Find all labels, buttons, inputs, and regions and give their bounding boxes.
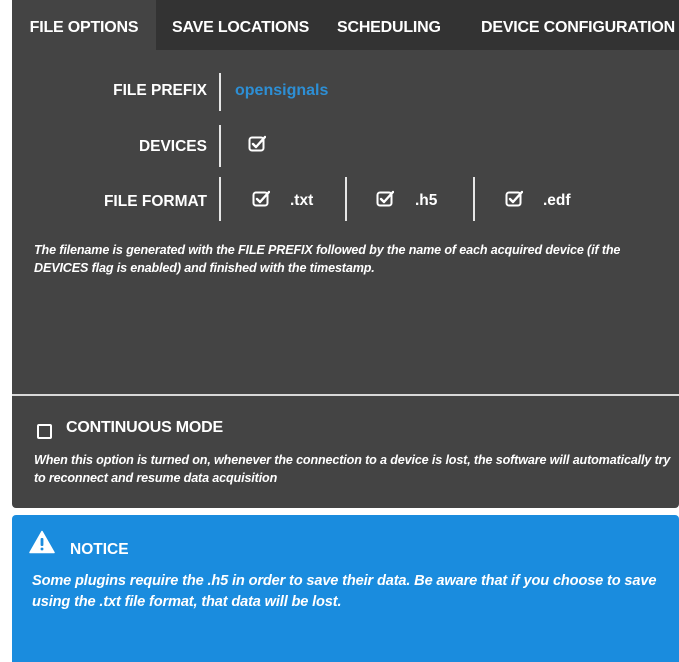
- txt-checkbox[interactable]: [252, 190, 270, 208]
- separator: [219, 125, 221, 167]
- file-prefix-input[interactable]: opensignals: [235, 82, 328, 100]
- txt-format-label: .txt: [290, 192, 314, 209]
- separator: [473, 177, 475, 221]
- file-options-panel: FILE OPTIONS SAVE LOCATIONS SCHEDULING D…: [12, 0, 679, 508]
- notice-text: Some plugins require the .h5 in order to…: [32, 573, 657, 610]
- checkbox-checked-icon: [248, 135, 266, 152]
- filename-description: The filename is generated with the FILE …: [34, 243, 621, 275]
- tab-bar: FILE OPTIONS SAVE LOCATIONS SCHEDULING D…: [12, 0, 679, 50]
- tab-save-locations[interactable]: SAVE LOCATIONS: [172, 0, 309, 50]
- notice-title: NOTICE: [70, 541, 129, 558]
- section-divider: [12, 394, 679, 396]
- separator: [219, 73, 221, 111]
- edf-checkbox[interactable]: [505, 190, 523, 208]
- devices-label: DEVICES: [138, 138, 207, 155]
- h5-checkbox[interactable]: [376, 190, 394, 208]
- warning-icon: [29, 530, 55, 559]
- checkbox-checked-icon: [505, 190, 523, 207]
- continuous-mode-label: CONTINUOUS MODE: [66, 419, 224, 436]
- separator: [345, 177, 347, 221]
- checkbox-checked-icon: [252, 190, 270, 207]
- edf-format-label: .edf: [543, 192, 571, 209]
- separator: [219, 177, 221, 221]
- devices-checkbox[interactable]: [248, 135, 266, 153]
- tab-file-options[interactable]: FILE OPTIONS: [12, 0, 156, 50]
- notice-box: NOTICE Some plugins require the .h5 in o…: [12, 515, 679, 662]
- tab-scheduling[interactable]: SCHEDULING: [337, 0, 441, 50]
- h5-format-label: .h5: [415, 192, 438, 209]
- file-format-label: FILE FORMAT: [103, 193, 207, 210]
- tab-device-configuration[interactable]: DEVICE CONFIGURATION: [481, 0, 675, 50]
- continuous-mode-description: When this option is turned on, whenever …: [34, 453, 671, 485]
- continuous-mode-checkbox[interactable]: [37, 424, 52, 439]
- file-prefix-label: FILE PREFIX: [113, 82, 207, 99]
- checkbox-checked-icon: [376, 190, 394, 207]
